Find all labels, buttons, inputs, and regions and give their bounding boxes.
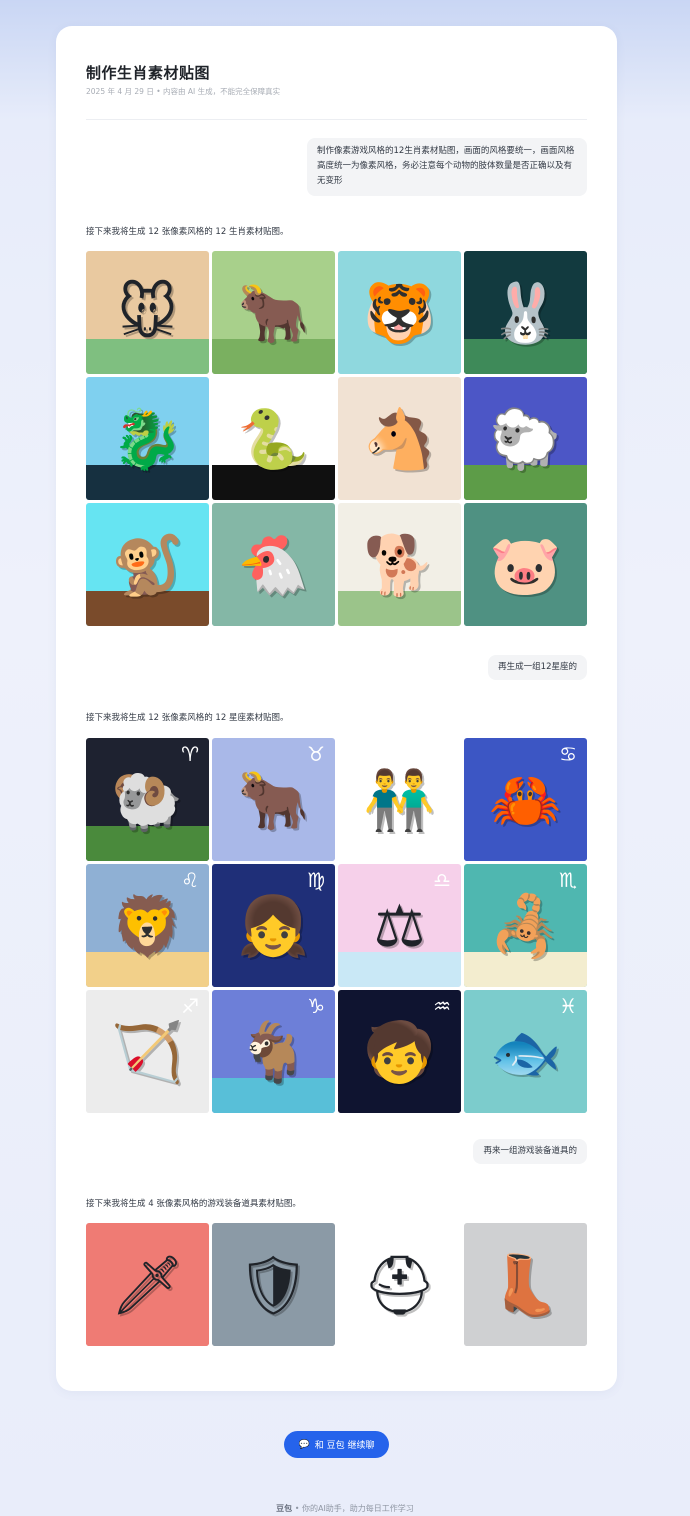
ox-image[interactable]: 🐂 [212,251,335,374]
dog-icon: 🐕 [363,530,436,599]
pisces-image[interactable]: 🐟 ♓ [464,990,587,1113]
zodiac-sign-symbol: ♐ [181,994,199,1018]
assistant-message-1: 接下来我将生成 12 张像素风格的 12 生肖素材贴图。 [86,227,289,237]
zodiac-sign-symbol: ♋ [559,742,577,766]
taurus-image[interactable]: 🐂 ♉ [212,738,335,861]
zodiac-sign-symbol: ♊ [433,742,451,766]
sheep-image[interactable]: 🐑 [464,377,587,500]
sword-icon: 🗡 [110,1250,185,1319]
chat-icon: 💬 [298,1439,310,1450]
zodiac-sign-symbol: ♉ [307,742,325,766]
gemini-icon: 👬 [363,765,436,834]
page-title: 制作生肖素材贴图 [86,64,211,82]
dog-image[interactable]: 🐕 [338,503,461,626]
assistant-message-3: 接下来我将生成 4 张像素风格的游戏装备道具素材贴图。 [86,1199,301,1209]
zodiac-sign-symbol: ♒ [433,994,451,1018]
footer-brand: 豆包 [276,1504,293,1513]
rooster-icon: 🐔 [237,530,310,599]
zodiac-sign-symbol: ♎ [433,868,451,892]
rooster-image[interactable]: 🐔 [212,503,335,626]
monkey-image[interactable]: 🐒 [86,503,209,626]
zodiac-sign-symbol: ♑ [307,994,325,1018]
pig-image[interactable]: 🐷 [464,503,587,626]
sagittarius-icon: 🏹 [111,1017,184,1086]
divider [86,119,587,120]
page-meta: 2025 年 4 月 29 日 • 内容由 AI 生成，不能完全保障真实 [86,87,281,96]
cancer-image[interactable]: 🦀 ♋ [464,738,587,861]
shield-image[interactable]: 🛡 [212,1223,335,1346]
snake-image[interactable]: 🐍 [212,377,335,500]
monkey-icon: 🐒 [111,530,184,599]
leo-image[interactable]: 🦁 ♌ [86,864,209,987]
scorpio-icon: 🦂 [489,891,562,960]
capricorn-icon: 🐐 [237,1017,310,1086]
scorpio-image[interactable]: 🦂 ♏ [464,864,587,987]
taurus-icon: 🐂 [237,765,310,834]
leo-icon: 🦁 [111,891,184,960]
continue-chat-label: 和 豆包 继续聊 [314,1441,375,1451]
horse-image[interactable]: 🐴 [338,377,461,500]
helmet-image[interactable]: ⛑ [338,1223,461,1346]
continue-chat-button[interactable]: 💬 和 豆包 继续聊 [284,1431,389,1458]
rat-image[interactable]: 🐭 [86,251,209,374]
footer: 豆包 • 你的AI助手，助力每日工作学习 [0,1503,690,1514]
zodiac-sign-symbol: ♏ [559,868,577,892]
tiger-image[interactable]: 🐯 [338,251,461,374]
virgo-icon: 👧 [237,891,310,960]
boots-image[interactable]: 👢 [464,1223,587,1346]
sagittarius-image[interactable]: 🏹 ♐ [86,990,209,1113]
boots-icon: 👢 [489,1250,562,1319]
cancer-icon: 🦀 [489,765,562,834]
sword-image[interactable]: 🗡 [86,1223,209,1346]
virgo-image[interactable]: 👧 ♍ [212,864,335,987]
aries-icon: 🐏 [111,765,184,834]
horse-icon: 🐴 [363,404,436,473]
dragon-image[interactable]: 🐉 [86,377,209,500]
pig-icon: 🐷 [489,530,562,599]
libra-icon: ⚖ [373,891,426,960]
conversation-card: 制作生肖素材贴图 2025 年 4 月 29 日 • 内容由 AI 生成，不能完… [56,26,617,1391]
libra-image[interactable]: ⚖ ♎ [338,864,461,987]
assistant-message-2: 接下来我将生成 12 张像素风格的 12 星座素材贴图。 [86,713,289,723]
zodiac-sign-symbol: ♓ [559,994,577,1018]
rabbit-icon: 🐰 [489,278,562,347]
aquarius-image[interactable]: 🧒 ♒ [338,990,461,1113]
user-message-1: 制作像素游戏风格的12生肖素材贴图，画面的风格要统一，画面风格高度统一为像素风格… [307,138,587,196]
snake-icon: 🐍 [237,404,310,473]
helmet-icon: ⛑ [362,1250,437,1319]
aries-image[interactable]: 🐏 ♈ [86,738,209,861]
ox-icon: 🐂 [237,278,310,347]
zodiac-sign-symbol: ♌ [181,868,199,892]
rabbit-image[interactable]: 🐰 [464,251,587,374]
rat-icon: 🐭 [117,278,178,347]
dragon-icon: 🐉 [111,404,184,473]
user-message-3: 再来一组游戏装备道具的 [473,1139,587,1164]
sheep-icon: 🐑 [489,404,562,473]
zodiac-sign-symbol: ♈ [181,742,199,766]
footer-text: • 你的AI助手，助力每日工作学习 [292,1504,414,1513]
capricorn-image[interactable]: 🐐 ♑ [212,990,335,1113]
pisces-icon: 🐟 [489,1017,562,1086]
aquarius-icon: 🧒 [363,1017,436,1086]
shield-icon: 🛡 [236,1250,311,1319]
zodiac-sign-symbol: ♍ [307,868,325,892]
user-message-2: 再生成一组12星座的 [488,655,587,680]
tiger-icon: 🐯 [363,278,436,347]
gemini-image[interactable]: 👬 ♊ [338,738,461,861]
